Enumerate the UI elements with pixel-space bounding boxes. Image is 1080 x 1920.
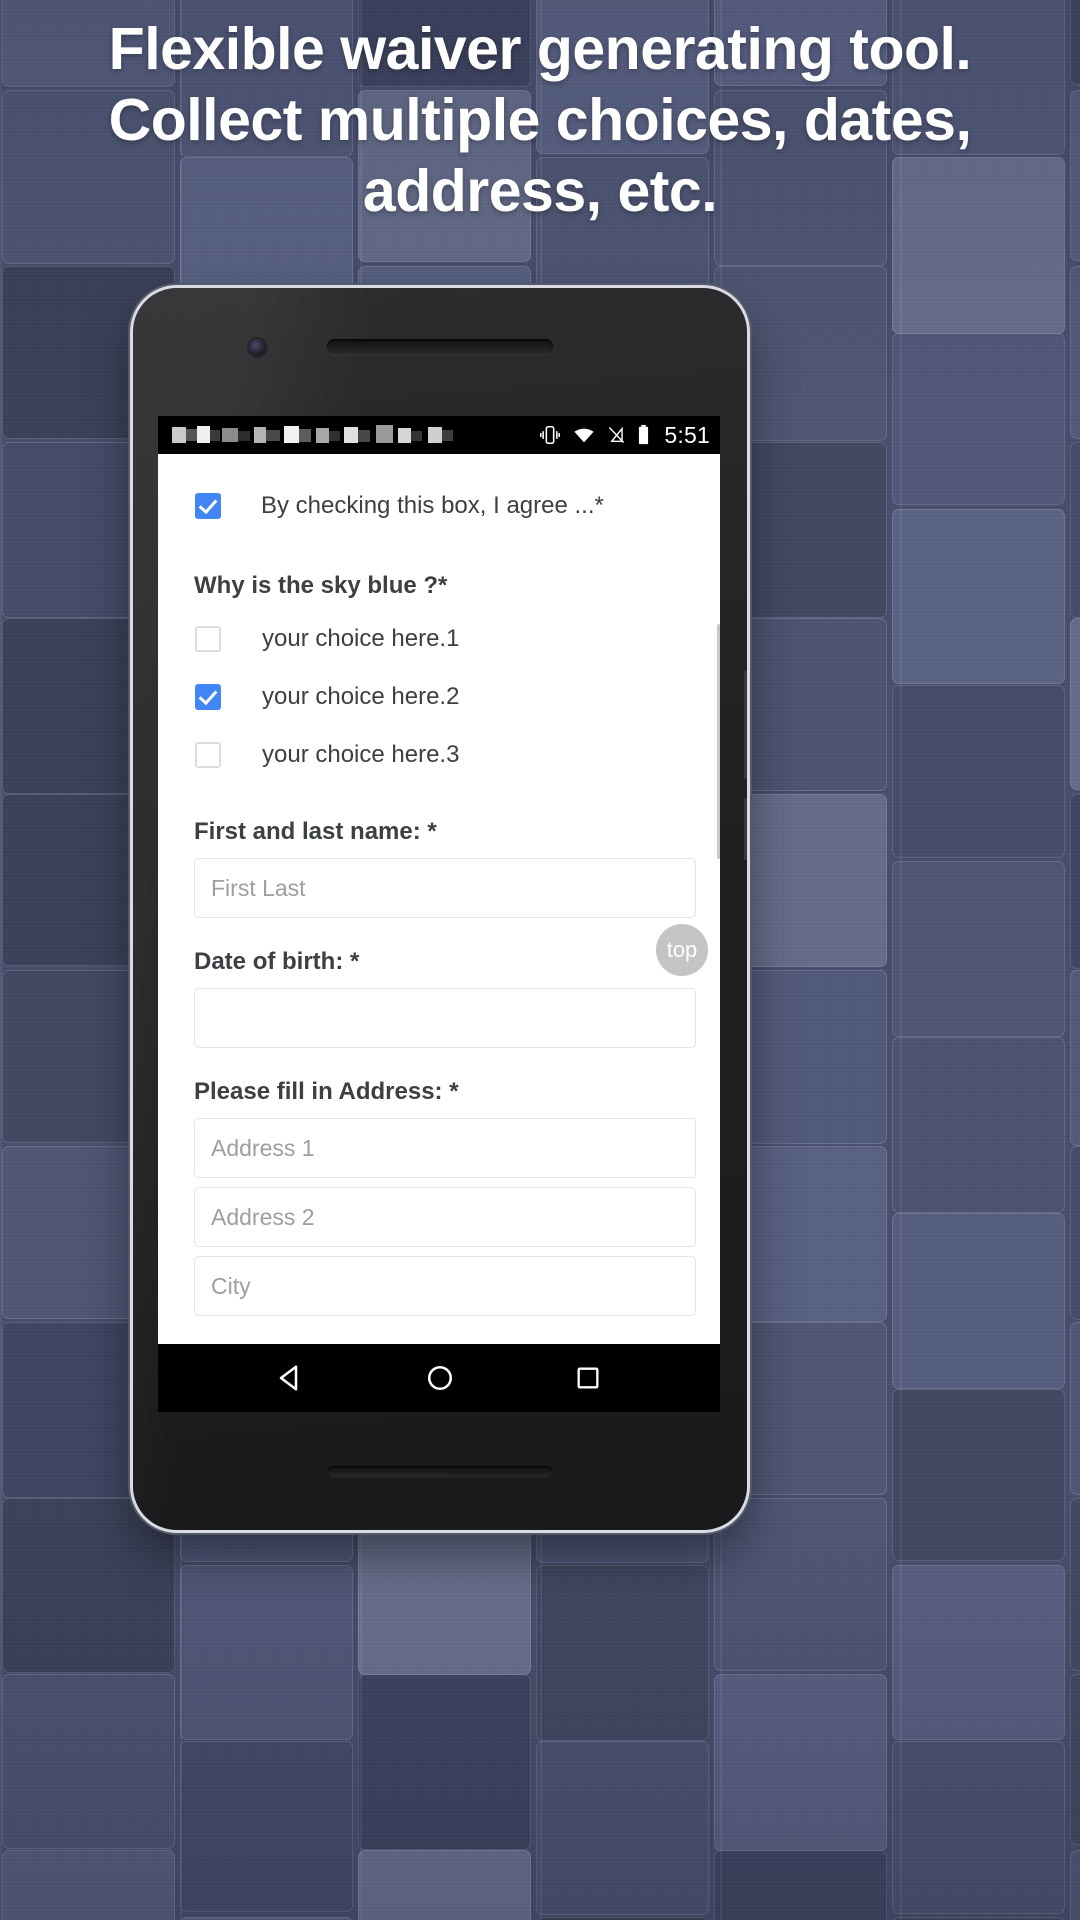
choice-3-checkbox[interactable]	[195, 742, 221, 768]
background-tile	[1070, 794, 1080, 969]
back-triangle-icon[interactable]	[276, 1363, 306, 1393]
status-bar-icons: 5:51	[539, 422, 710, 449]
background-tile	[2, 1674, 175, 1849]
battery-icon	[639, 424, 649, 445]
volume-button[interactable]	[744, 671, 747, 779]
phone-screen: 5:51 By checking this box, I agree ...* …	[158, 416, 720, 1344]
choice-row[interactable]: your choice here.1	[195, 610, 706, 668]
choice-1-checkbox[interactable]	[195, 626, 221, 652]
choice-row[interactable]: your choice here.3	[195, 726, 706, 784]
background-tile	[2, 1850, 175, 1920]
name-input[interactable]: First Last	[194, 858, 696, 918]
dob-input[interactable]	[194, 988, 696, 1048]
background-tile	[892, 1037, 1065, 1213]
wifi-icon	[574, 428, 595, 443]
vibrate-icon	[540, 425, 561, 445]
earpiece-speaker	[327, 339, 553, 354]
background-tile	[892, 333, 1065, 505]
android-navigation-bar	[158, 1344, 720, 1412]
agreement-row[interactable]: By checking this box, I agree ...*	[195, 454, 706, 520]
status-bar: 5:51	[158, 416, 720, 454]
question-label: Why is the sky blue ?*	[194, 572, 448, 599]
background-tile	[714, 1674, 887, 1851]
background-tile	[892, 1389, 1065, 1561]
background-tile	[1070, 1146, 1080, 1320]
background-tile	[892, 1741, 1065, 1914]
background-tile	[892, 509, 1065, 684]
city-input[interactable]: City	[194, 1256, 696, 1316]
choice-2-checkbox[interactable]	[195, 684, 221, 710]
agreement-label: By checking this box, I agree ...*	[261, 492, 604, 519]
scroll-to-top-button[interactable]: top	[656, 924, 708, 976]
home-circle-icon[interactable]	[425, 1363, 455, 1393]
background-tile	[892, 1565, 1065, 1740]
address-2-input[interactable]: Address 2	[194, 1187, 696, 1247]
page-headline: Flexible waiver generating tool. Collect…	[108, 16, 972, 224]
background-tile	[358, 1850, 531, 1920]
phone-mockup: 5:51 By checking this box, I agree ...* …	[133, 288, 747, 1530]
background-tile	[1070, 970, 1080, 1146]
address-1-input[interactable]: Address 1	[194, 1118, 696, 1178]
power-button[interactable]	[744, 798, 747, 860]
bottom-speaker	[327, 1466, 553, 1478]
agreement-checkbox[interactable]	[195, 493, 221, 519]
choice-3-label: your choice here.3	[262, 741, 460, 768]
background-tile	[714, 1850, 887, 1920]
background-tile	[180, 1565, 353, 1740]
background-tile	[2, 1498, 175, 1673]
background-tile	[1070, 1498, 1080, 1671]
dob-field-label: Date of birth: *	[194, 948, 360, 975]
background-tile	[1070, 1850, 1080, 1920]
name-field-label: First and last name: *	[194, 818, 437, 845]
background-tile	[1070, 1674, 1080, 1845]
background-tile	[536, 1741, 709, 1915]
background-tile	[1070, 266, 1080, 439]
address-field-label: Please fill in Address: *	[194, 1078, 459, 1105]
background-tile	[1070, 1322, 1080, 1495]
signal-off-icon	[609, 426, 625, 444]
choice-1-label: your choice here.1	[262, 625, 460, 652]
background-tile	[1070, 442, 1080, 618]
scrollbar-thumb[interactable]	[717, 624, 720, 859]
recents-square-icon[interactable]	[574, 1364, 602, 1392]
background-tile	[1070, 618, 1080, 790]
choice-row[interactable]: your choice here.2	[195, 668, 706, 726]
background-tile	[892, 685, 1065, 858]
waiver-form: By checking this box, I agree ...* Why i…	[158, 454, 720, 1344]
background-tile	[714, 1498, 887, 1671]
carrier-label-redacted	[166, 425, 476, 445]
choice-2-label: your choice here.2	[262, 683, 460, 710]
background-tile	[536, 1565, 709, 1741]
background-tile	[892, 1213, 1065, 1389]
status-bar-clock: 5:51	[664, 421, 710, 448]
front-camera-icon	[249, 339, 266, 356]
background-tile	[358, 1674, 531, 1850]
background-tile	[892, 861, 1065, 1037]
background-tile	[180, 1741, 353, 1912]
